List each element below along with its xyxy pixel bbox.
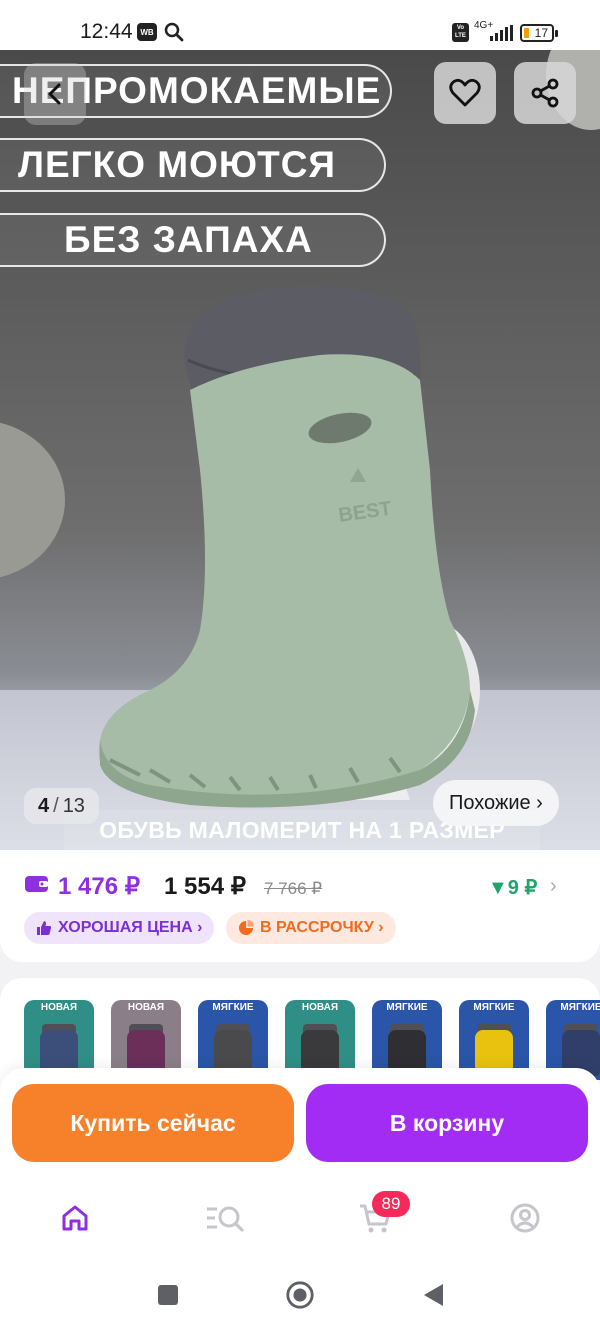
cashback-amount[interactable]: ▼9 ₽ — [488, 875, 537, 900]
recent-apps-button[interactable] — [153, 1280, 183, 1310]
back-system-button[interactable] — [418, 1280, 448, 1310]
nav-profile[interactable] — [505, 1198, 545, 1238]
price-card: 1 476 ₽ 1 554 ₽ 7 766 ₽ ▼9 ₽ › ХОРОШАЯ Ц… — [0, 850, 600, 962]
back-button[interactable] — [24, 63, 86, 125]
circle-icon — [286, 1281, 314, 1309]
system-nav-bar — [0, 1258, 600, 1332]
promo-line-odorless: БЕЗ ЗАПАХА — [0, 213, 386, 267]
share-button[interactable] — [514, 62, 576, 124]
action-bar: Купить сейчас В корзину — [0, 1068, 600, 1178]
battery-level: 17 — [534, 26, 548, 40]
pie-chart-icon — [239, 920, 254, 935]
chevron-left-icon — [48, 83, 61, 105]
variant-label: МЯГКИЕ — [212, 1002, 254, 1013]
decor-orb-left — [0, 420, 65, 580]
gallery-counter-separator: / — [53, 794, 59, 817]
boot-image: BEST — [98, 286, 480, 808]
share-icon — [531, 78, 559, 108]
thumbs-up-icon — [37, 921, 52, 935]
wallet-price: 1 476 ₽ — [58, 873, 140, 900]
current-price: 1 554 ₽ — [164, 873, 246, 900]
square-icon — [158, 1285, 178, 1305]
chevron-right-icon[interactable]: › — [550, 875, 557, 898]
cart-count-badge: 89 — [372, 1191, 410, 1217]
variant-label: НОВАЯ — [301, 1002, 339, 1013]
catalog-search-icon — [207, 1206, 244, 1232]
variant-label: НОВАЯ — [127, 1002, 165, 1013]
status-bar: 12:44 WB Vo LTE 4G+ 17 — [0, 0, 600, 50]
nav-catalog[interactable] — [205, 1198, 245, 1238]
volte-icon: Vo LTE — [452, 23, 469, 42]
battery-icon: 17 — [520, 24, 558, 42]
buy-now-button[interactable]: Купить сейчас — [12, 1084, 294, 1162]
wallet-icon — [24, 874, 50, 899]
similar-button[interactable]: Похожие › — [433, 780, 559, 826]
gallery-current-index: 4 — [38, 794, 50, 817]
installment-badge[interactable]: В РАССРОЧКУ › — [226, 912, 396, 944]
bottom-nav: 89 — [0, 1178, 600, 1258]
variant-label: МЯГКИЕ — [473, 1002, 515, 1013]
product-gallery[interactable]: НЕПРОМОКАЕМЫЕ ЛЕГКО МОЮТСЯ БЕЗ ЗАПАХА BE… — [0, 50, 600, 850]
favorite-button[interactable] — [434, 62, 496, 124]
variant-label: МЯГКИЕ — [386, 1002, 428, 1013]
promo-line-washable: ЛЕГКО МОЮТСЯ — [0, 138, 386, 192]
product-screen: 12:44 WB Vo LTE 4G+ 17 НЕПРОМОКАЕМЫЕ ЛЕГ… — [0, 0, 600, 1332]
good-price-label: ХОРОШАЯ ЦЕНА › — [58, 919, 203, 936]
signal-icon — [490, 25, 514, 46]
home-system-button[interactable] — [285, 1280, 315, 1310]
variant-label: МЯГКИЕ — [560, 1002, 600, 1013]
wb-notification-icon: WB — [137, 23, 157, 41]
gallery-counter: 4 / 13 — [24, 788, 99, 824]
triangle-back-icon — [424, 1284, 443, 1306]
nav-home[interactable] — [55, 1198, 95, 1238]
home-icon — [62, 1205, 88, 1231]
gallery-total: 13 — [62, 794, 85, 817]
profile-icon — [510, 1203, 540, 1233]
search-notification-icon — [164, 22, 184, 47]
heart-icon — [449, 78, 481, 107]
installment-label: В РАССРОЧКУ › — [260, 919, 384, 936]
status-time: 12:44 — [80, 20, 133, 43]
add-to-cart-button[interactable]: В корзину — [306, 1084, 588, 1162]
variant-label: НОВАЯ — [40, 1002, 78, 1013]
good-price-badge[interactable]: ХОРОШАЯ ЦЕНА › — [24, 912, 215, 944]
old-price: 7 766 ₽ — [264, 879, 323, 898]
